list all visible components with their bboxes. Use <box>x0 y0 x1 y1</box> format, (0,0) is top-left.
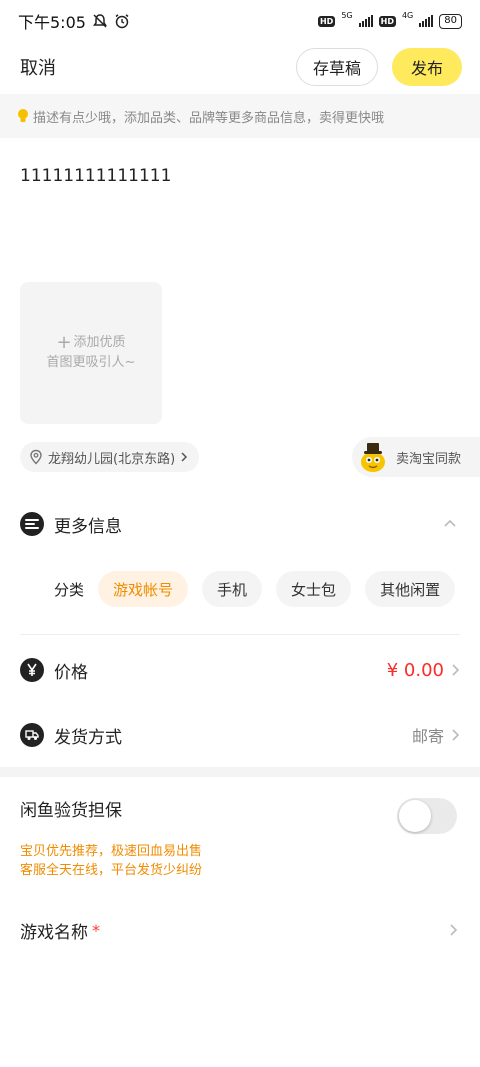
location-pin-icon <box>30 449 42 465</box>
guarantee-promo: 宝贝优先推荐，极速回血易出售 客服全天在线，平台发货少纠纷 <box>20 842 202 880</box>
shipping-row[interactable]: 发货方式 邮寄 <box>20 715 460 755</box>
category-chip-phone[interactable]: 手机 <box>202 571 263 607</box>
price-label: 价格 <box>54 662 88 683</box>
promo-line-1: 宝贝优先推荐，极速回血易出售 <box>20 844 203 859</box>
price-row[interactable]: 价格 ¥ 0.00 <box>20 650 460 690</box>
tip-banner: 描述有点少哦，添加品类、品牌等更多商品信息，卖得更快哦 <box>0 94 480 138</box>
mute-bell-icon <box>92 14 107 28</box>
toggle-knob <box>399 800 431 832</box>
hd-badge: HD <box>317 15 336 27</box>
status-bar: 下午5:05 HD 5G HD 4G 80 <box>0 0 480 42</box>
add-photo-hint: 首图更吸引人~ <box>46 355 136 370</box>
chevron-right-icon <box>452 729 460 741</box>
signal-icon <box>358 15 373 27</box>
add-photo-button[interactable]: + 添加优质 首图更吸引人~ <box>20 282 162 424</box>
alarm-icon <box>115 14 129 29</box>
network-type: 4G <box>401 10 414 20</box>
sell-same-label: 卖淘宝同款 <box>396 451 462 467</box>
lightbulb-icon <box>18 109 28 122</box>
chevron-up-icon[interactable] <box>442 516 458 532</box>
cancel-button[interactable]: 取消 <box>20 54 56 80</box>
sell-taobao-same-button[interactable]: 卖淘宝同款 <box>352 437 480 477</box>
price-value: ¥ 0.00 <box>386 659 444 681</box>
shipping-value: 邮寄 <box>411 727 444 746</box>
status-time: 下午5:05 <box>18 13 86 32</box>
add-photo-label: 添加优质 <box>73 335 126 350</box>
save-draft-button[interactable]: 存草稿 <box>295 48 378 86</box>
tip-text: 描述有点少哦，添加品类、品牌等更多商品信息，卖得更快哦 <box>33 110 385 126</box>
chevron-right-icon <box>452 664 460 676</box>
network-type: 5G <box>341 10 353 20</box>
shipping-label: 发货方式 <box>54 727 122 748</box>
guarantee-toggle[interactable] <box>397 798 457 834</box>
category-chip-game-account[interactable]: 游戏帐号 <box>98 571 189 607</box>
category-selector: 分类 游戏帐号 手机 女士包 其他闲置 <box>54 570 469 608</box>
chevron-right-icon <box>450 924 458 936</box>
game-name-label: 游戏名称 <box>20 922 88 943</box>
category-chip-womens-bag[interactable]: 女士包 <box>276 571 352 607</box>
section-divider <box>0 767 480 777</box>
more-info-label: 更多信息 <box>54 516 122 537</box>
yen-icon <box>20 658 44 682</box>
divider <box>20 634 460 635</box>
required-mark: * <box>92 920 100 940</box>
truck-icon <box>20 723 44 747</box>
category-chip-other[interactable]: 其他闲置 <box>365 571 456 607</box>
game-name-row[interactable]: 游戏名称 * <box>20 912 460 948</box>
hd-badge: HD <box>378 15 396 27</box>
chevron-right-icon <box>181 452 188 462</box>
signal-icon <box>419 15 434 27</box>
promo-line-2: 客服全天在线，平台发货少纠纷 <box>20 863 203 878</box>
location-chip[interactable]: 龙翔幼儿园(北京东路) <box>20 442 200 472</box>
battery-indicator: 80 <box>439 13 462 29</box>
location-text: 龙翔幼儿园(北京东路) <box>48 451 176 467</box>
fish-mascot-icon <box>361 443 385 472</box>
more-info-header[interactable]: 更多信息 <box>20 506 460 542</box>
guarantee-label: 闲鱼验货担保 <box>20 801 122 821</box>
publish-button[interactable]: 发布 <box>392 48 462 86</box>
description-input[interactable]: 11111111111111 <box>20 166 171 186</box>
list-icon <box>20 512 44 536</box>
top-bar: 取消 存草稿 发布 <box>0 42 480 92</box>
category-label: 分类 <box>54 580 85 599</box>
plus-icon: + <box>56 332 72 353</box>
